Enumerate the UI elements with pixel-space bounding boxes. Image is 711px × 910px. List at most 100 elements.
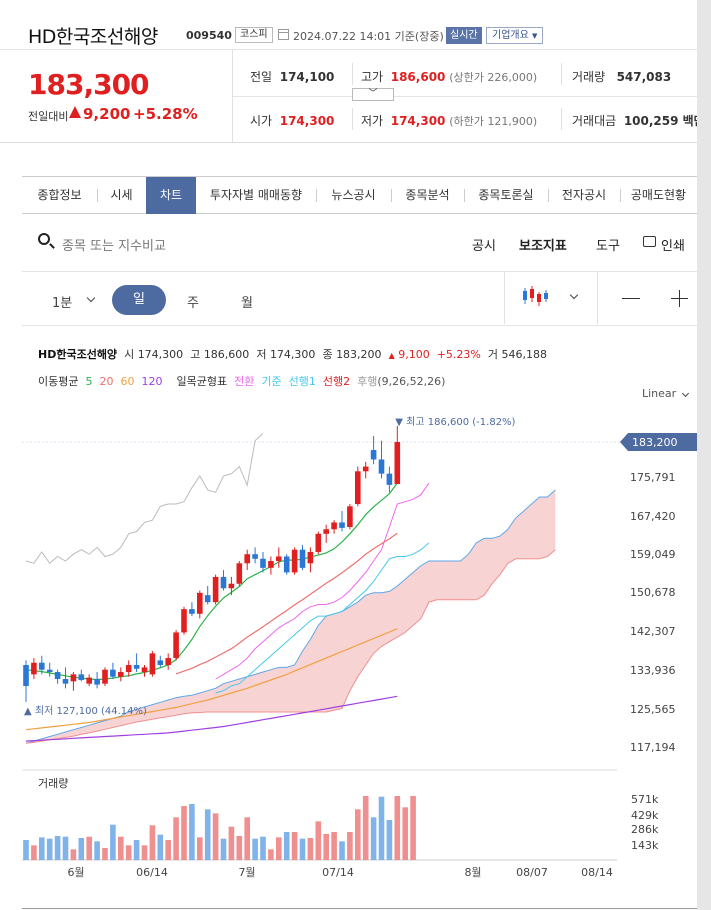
volume-bar: [252, 838, 258, 860]
candle-body: [204, 595, 211, 603]
volume-title: 거래량: [38, 777, 68, 790]
candle-body: [260, 558, 266, 568]
candle-body: [236, 563, 243, 584]
y-tick-label: 133,936: [630, 664, 676, 677]
volume-bar: [110, 824, 116, 860]
candle-body: [220, 576, 227, 589]
candle-body: [394, 442, 401, 484]
volume-bar: [220, 838, 227, 860]
candle-body: [323, 529, 329, 534]
volume-bar: [339, 841, 345, 860]
candle-body: [291, 549, 298, 573]
candle-body: [46, 669, 53, 673]
divider: [22, 908, 697, 909]
candle-body: [347, 506, 353, 527]
candle-body: [102, 669, 108, 684]
high-marker: ▼ 최고 186,600 (-1.82%): [395, 416, 515, 428]
volume-bar: [70, 849, 77, 860]
candle-body: [212, 576, 219, 603]
volume-bar: [291, 832, 298, 860]
volume-tick-label: 571k: [631, 793, 659, 806]
candle-body: [299, 549, 306, 568]
candle-body: [370, 450, 377, 460]
volume-bar: [102, 848, 108, 860]
x-tick-label: 08/14: [581, 866, 613, 879]
candle-body: [149, 653, 156, 675]
candle-body: [133, 665, 140, 669]
candle-body: [197, 592, 203, 614]
y-tick-label: 175,791: [630, 471, 676, 484]
volume-bar: [62, 836, 69, 860]
volume-bar: [283, 832, 290, 860]
volume-bar: [86, 836, 92, 860]
volume-bar: [39, 837, 45, 860]
x-tick-label: 7월: [238, 866, 255, 879]
candle-body: [276, 556, 282, 562]
volume-bar: [299, 838, 306, 860]
volume-bar: [204, 809, 211, 860]
volume-bar: [386, 820, 393, 860]
volume-bar: [394, 796, 401, 860]
volume-bar: [228, 826, 235, 860]
y-tick-label: 150,678: [630, 586, 676, 599]
volume-bar: [149, 825, 156, 860]
x-tick-label: 06/14: [136, 866, 168, 879]
candle-body: [362, 466, 369, 472]
volume-bar: [46, 838, 53, 860]
candle-body: [157, 660, 164, 666]
volume-bar: [244, 817, 250, 860]
volume-bar: [157, 834, 164, 860]
volume-bar: [23, 840, 29, 860]
volume-bar: [378, 796, 385, 860]
price-chart[interactable]: 175,791 167,420 159,049 150,678 142,307 133,9…: [0, 0, 697, 910]
candle-body: [252, 554, 258, 559]
volume-bar: [125, 845, 132, 860]
volume-bar: [260, 836, 266, 860]
candle-body: [141, 667, 148, 673]
candle-body: [23, 665, 29, 687]
volume-bar: [307, 838, 314, 860]
candle-body: [244, 554, 250, 564]
candle-body: [62, 679, 69, 684]
volume-bar: [410, 796, 416, 860]
y-tick-label: 159,049: [630, 548, 676, 561]
volume-bar: [94, 841, 100, 860]
volume-bar: [402, 807, 408, 860]
volume-bar: [276, 837, 282, 860]
candle-body: [86, 677, 92, 684]
x-tick-label: 6월: [67, 866, 84, 879]
candle-body: [173, 632, 179, 659]
volume-bar: [189, 804, 195, 860]
volume-bar: [133, 840, 140, 860]
candle-body: [189, 609, 195, 614]
current-price-label: 183,200: [632, 436, 678, 449]
volume-bar: [347, 832, 353, 860]
y-tick-label: 117,194: [630, 741, 676, 754]
candle-body: [54, 672, 61, 680]
candle-body: [378, 459, 385, 474]
volume-bar: [268, 849, 274, 860]
volume-bar: [362, 796, 369, 860]
volume-tick-label: 143k: [631, 839, 659, 852]
candle-body: [228, 583, 235, 589]
volume-bar: [331, 832, 337, 860]
candle-body: [78, 674, 85, 680]
scrollbar-track[interactable]: [697, 0, 711, 910]
volume-bar: [141, 845, 148, 860]
volume-bar: [370, 817, 377, 860]
y-tick-label: 167,420: [630, 510, 676, 523]
volume-bar: [165, 840, 171, 860]
candle-body: [331, 522, 337, 530]
volume-bar: [355, 809, 361, 860]
low-marker: ▲ 최저 127,100 (44.14%): [24, 705, 147, 717]
x-tick-label: 07/14: [322, 866, 354, 879]
volume-bar: [78, 838, 85, 860]
candle-body: [94, 679, 100, 685]
volume-bar: [31, 845, 37, 860]
candle-body: [165, 658, 171, 666]
volume-bar: [323, 834, 329, 860]
volume-tick-label: 429k: [631, 809, 659, 822]
candle-body: [125, 665, 132, 673]
candle-body: [181, 609, 187, 633]
y-tick-label: 125,565: [630, 703, 676, 716]
